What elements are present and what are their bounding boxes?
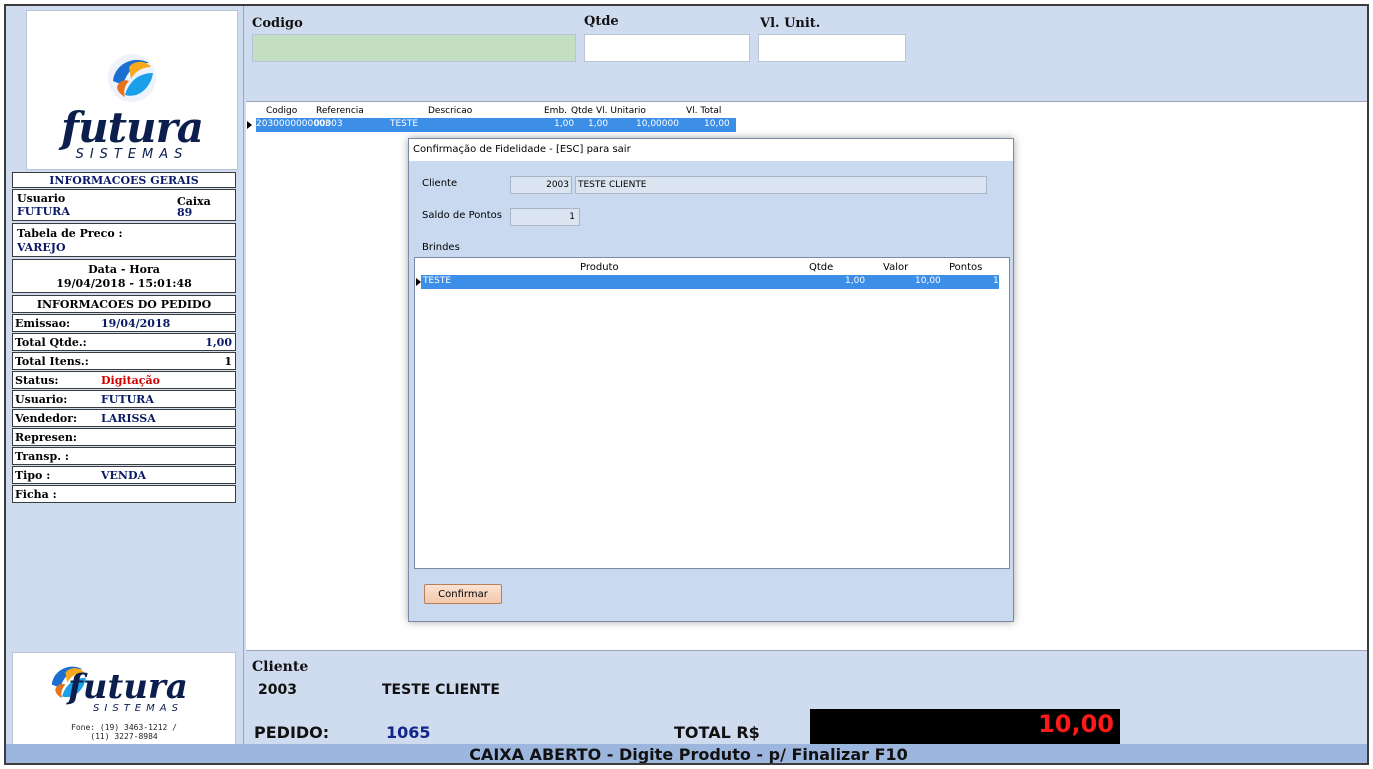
tipo-row: Tipo : VENDA [12,466,236,484]
cliente-footer-label: Cliente [252,659,309,675]
status-bar: CAIXA ABERTO - Digite Produto - p/ Final… [6,744,1367,763]
total-itens-value: 1 [224,355,232,368]
total-qtde-row: Total Qtde.: 1,00 [12,333,236,351]
status-value: Digitação [101,374,160,387]
phone-line-1: Fone: (19) 3463-1212 / [71,723,177,732]
total-value: 10,00 [1038,710,1114,738]
total-qtde-value: 1,00 [205,336,232,349]
cliente-footer-nome: TESTE CLIENTE [382,682,500,698]
phone-line-2: (11) 3227-8984 [90,732,158,741]
cliente-footer-codigo: 2003 [258,682,297,698]
cliente-codigo-field: 2003 [510,176,572,194]
brand-name-small: futura [68,667,188,707]
caixa-value: 89 [177,206,193,219]
qtde-label: Qtde [584,14,619,29]
items-grid[interactable]: Codigo Referencia Descricao Emb. Qtde Vl… [246,102,1367,650]
total-label: TOTAL R$ [674,723,760,742]
saldo-field: 1 [510,208,580,226]
brindes-label: Brindes [422,242,460,253]
table-row[interactable]: 2030000000003 00003 TESTE 1,00 1,00 10,0… [256,118,736,132]
represen-row: Represen: [12,428,236,446]
tabela-value: VAREJO [17,241,66,254]
brindes-table[interactable]: Produto Qtde Valor Pontos TESTE 1,00 10,… [414,257,1010,569]
status-row: Status: Digitação [12,371,236,389]
qtde-input[interactable] [584,34,750,62]
emissao-row: Emissao: 19/04/2018 [12,314,236,332]
usuario-caixa-panel: Usuario FUTURA Caixa 89 [12,189,236,221]
row-selector-icon [247,121,252,129]
emissao-value: 19/04/2018 [101,317,171,330]
tipo-value: VENDA [101,469,147,482]
usuario-value: FUTURA [17,205,70,218]
fidelidade-dialog: Confirmação de Fidelidade - [ESC] para s… [408,138,1014,622]
info-pedido-header: INFORMACOES DO PEDIDO [12,295,236,313]
vlunit-label: Vl. Unit. [760,16,821,31]
brand-tagline: SISTEMAS [75,147,189,162]
datahora-panel: Data - Hora 19/04/2018 - 15:01:48 [12,259,236,293]
transp-row: Transp. : [12,447,236,465]
vendedor-row: Vendedor: LARISSA [12,409,236,427]
total-display: 10,00 [810,709,1120,745]
saldo-label: Saldo de Pontos [422,210,502,221]
tabela-label: Tabela de Preco : [17,227,123,240]
cliente-nome-field: TESTE CLIENTE [575,176,987,194]
futura-logo-icon [108,54,156,102]
footer-info: Cliente 2003 TESTE CLIENTE PEDIDO: 1065 … [246,650,1367,745]
datahora-label: Data - Hora [88,263,160,276]
ficha-row: Ficha : [12,485,236,503]
vlunit-input[interactable] [758,34,906,62]
datahora-value: 19/04/2018 - 15:01:48 [56,277,192,290]
total-itens-row: Total Itens.: 1 [12,352,236,370]
sidebar: futura SISTEMAS INFORMACOES GERAIS Usuar… [6,6,244,761]
brand-logo: futura SISTEMAS [26,10,238,170]
codigo-label: Codigo [252,16,303,31]
brand-logo-small: futura SISTEMAS Fone: (19) 3463-1212 / (… [12,652,236,748]
table-row[interactable]: TESTE 1,00 10,00 1 [421,275,999,289]
tabela-preco-panel: Tabela de Preco : VAREJO [12,223,236,257]
vendedor-value: LARISSA [101,412,156,425]
pedido-value: 1065 [386,723,431,742]
cliente-label: Cliente [422,178,458,189]
codigo-input[interactable] [252,34,576,62]
product-entry-bar: Codigo Qtde Vl. Unit. [246,6,1367,102]
usuario-label: Usuario [17,192,66,205]
brand-tagline-small: SISTEMAS [93,703,183,714]
dialog-title: Confirmação de Fidelidade - [ESC] para s… [409,139,1013,161]
usuario-pedido-value: FUTURA [101,393,154,406]
confirm-button[interactable]: Confirmar [424,584,502,604]
brand-name: futura [61,103,204,152]
usuario-row: Usuario: FUTURA [12,390,236,408]
pedido-label: PEDIDO: [254,723,330,742]
pdv-window: futura SISTEMAS INFORMACOES GERAIS Usuar… [4,4,1369,765]
info-gerais-header: INFORMACOES GERAIS [12,172,236,188]
